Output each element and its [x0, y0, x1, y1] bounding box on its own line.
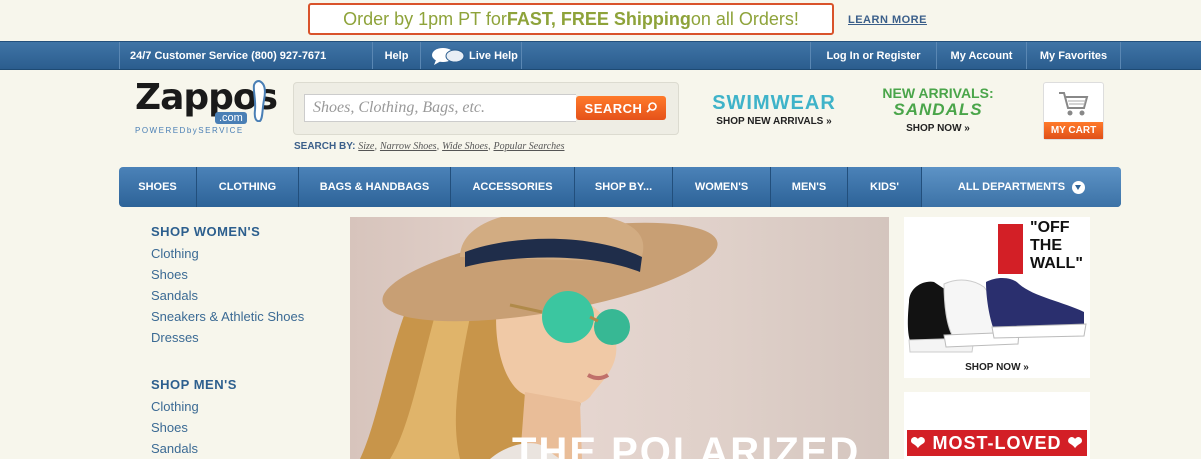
- shoe-logo-icon: [251, 79, 267, 127]
- search-by-label: SEARCH BY:: [294, 141, 356, 152]
- chat-bubble-icon: [431, 47, 465, 65]
- search-by-size[interactable]: Size: [358, 141, 374, 152]
- most-loved-promo[interactable]: ❤ MOST-LOVED ❤: [904, 392, 1090, 459]
- live-help-label: Live Help: [469, 49, 518, 62]
- customer-service-link[interactable]: 24/7 Customer Service (800) 927-7671: [119, 42, 365, 69]
- zappos-logo[interactable]: Zappos .com POWEREDbySERVICE: [135, 77, 278, 140]
- sidebar-heading-men: SHOP MEN'S: [151, 377, 237, 392]
- free-shipping-banner[interactable]: Order by 1pm PT for FAST, FREE Shipping …: [308, 3, 834, 35]
- learn-more-link[interactable]: LEARN MORE: [848, 14, 927, 26]
- sandals-promo[interactable]: NEW ARRIVALS: SANDALS SHOP NOW »: [872, 85, 1004, 134]
- sidebar-item-women-shoes[interactable]: Shoes: [151, 267, 341, 282]
- swimwear-title: SWIMWEAR: [712, 92, 836, 114]
- most-loved-banner: ❤ MOST-LOVED ❤: [907, 430, 1087, 456]
- shopping-cart-icon: [1058, 90, 1090, 123]
- search-input[interactable]: Shoes, Clothing, Bags, etc.: [304, 94, 576, 122]
- sidebar-item-women-sneakers[interactable]: Sneakers & Athletic Shoes: [151, 309, 341, 324]
- hero-banner[interactable]: THE POLARIZED: [350, 217, 889, 459]
- help-link[interactable]: Help: [372, 42, 420, 69]
- nav-accessories[interactable]: ACCESSORIES: [451, 167, 575, 207]
- promo-prefix: Order by 1pm PT for: [343, 8, 507, 29]
- hero-model-image: [360, 217, 718, 459]
- vans-logo: VANS: [986, 224, 1023, 274]
- sidebar-item-women-dresses[interactable]: Dresses: [151, 330, 341, 345]
- login-link[interactable]: Log In or Register: [810, 42, 936, 69]
- search-icon: [646, 101, 658, 116]
- nav-bags[interactable]: BAGS & HANDBAGS: [299, 167, 451, 207]
- main-nav: SHOES CLOTHING BAGS & HANDBAGS ACCESSORI…: [119, 167, 1121, 207]
- sidebar-item-women-sandals[interactable]: Sandals: [151, 288, 341, 303]
- sidebar-item-men-clothing[interactable]: Clothing: [151, 399, 341, 414]
- sandals-line2: SANDALS: [893, 100, 983, 119]
- search-by-narrow[interactable]: Narrow Shoes: [380, 141, 437, 152]
- sneakers-image: [907, 277, 1087, 353]
- live-help-link[interactable]: Live Help: [420, 42, 522, 69]
- swimwear-cta: SHOP NEW ARRIVALS »: [716, 116, 832, 127]
- sidebar-item-women-clothing[interactable]: Clothing: [151, 246, 341, 261]
- sidebar-heading-women: SHOP WOMEN'S: [151, 224, 261, 239]
- nav-shop-by[interactable]: SHOP BY...: [575, 167, 673, 207]
- nav-mens[interactable]: MEN'S: [771, 167, 848, 207]
- search-button[interactable]: SEARCH: [576, 96, 666, 120]
- sidebar-item-men-sandals[interactable]: Sandals: [151, 441, 341, 456]
- sandals-line1: NEW ARRIVALS:: [882, 85, 994, 101]
- vans-promo[interactable]: VANS "OFF THE WALL" SHOP NOW »: [904, 217, 1090, 378]
- my-favorites-link[interactable]: My Favorites: [1026, 42, 1121, 69]
- nav-all-departments[interactable]: ALL DEPARTMENTS: [922, 167, 1121, 207]
- search-button-label: SEARCH: [584, 100, 643, 116]
- cart-button[interactable]: MY CART: [1043, 82, 1104, 140]
- nav-clothing[interactable]: CLOTHING: [197, 167, 299, 207]
- nav-womens[interactable]: WOMEN'S: [673, 167, 771, 207]
- search-by-row: SEARCH BY: Size, Narrow Shoes, Wide Shoe…: [294, 141, 565, 152]
- search-by-wide[interactable]: Wide Shoes: [442, 141, 488, 152]
- cart-label: MY CART: [1044, 122, 1103, 139]
- my-account-link[interactable]: My Account: [936, 42, 1026, 69]
- logo-tagline: POWEREDbySERVICE: [135, 126, 244, 135]
- vans-shop-now: SHOP NOW »: [965, 362, 1029, 373]
- chevron-down-icon: [1072, 180, 1086, 194]
- vans-tagline: "OFF THE WALL": [1030, 219, 1083, 272]
- sidebar-item-men-shoes[interactable]: Shoes: [151, 420, 341, 435]
- hero-headline: THE POLARIZED: [512, 430, 861, 459]
- search-by-popular[interactable]: Popular Searches: [493, 141, 564, 152]
- promo-suffix: on all Orders!: [690, 8, 799, 29]
- sandals-cta: SHOP NOW »: [906, 123, 970, 134]
- sidebar-women: SHOP WOMEN'S Clothing Shoes Sandals Snea…: [151, 224, 341, 345]
- promo-bold: FAST, FREE Shipping: [506, 8, 691, 29]
- nav-kids[interactable]: KIDS': [848, 167, 922, 207]
- logo-wordmark: Zappos: [135, 77, 278, 118]
- logo-domain: .com: [215, 112, 247, 124]
- nav-shoes[interactable]: SHOES: [119, 167, 197, 207]
- utility-bar: 24/7 Customer Service (800) 927-7671 Hel…: [0, 41, 1201, 70]
- sidebar-men: SHOP MEN'S Clothing Shoes Sandals: [151, 377, 341, 456]
- all-departments-label: ALL DEPARTMENTS: [957, 181, 1066, 193]
- swimwear-promo[interactable]: SWIMWEAR SHOP NEW ARRIVALS »: [706, 92, 842, 127]
